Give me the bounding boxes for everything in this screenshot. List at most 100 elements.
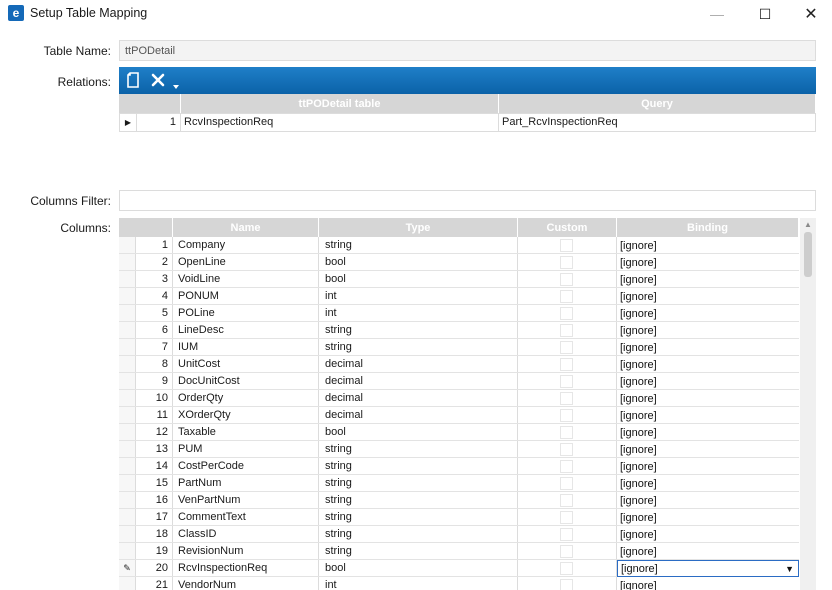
column-type-cell[interactable]: bool — [319, 424, 518, 440]
relation-query-cell[interactable]: Part_RcvInspectionReq — [499, 114, 815, 131]
column-binding-cell[interactable]: [ignore] — [617, 493, 799, 509]
delete-relation-button[interactable] — [149, 70, 167, 90]
column-name-cell[interactable]: ClassID — [173, 526, 319, 542]
column-type-cell[interactable]: string — [319, 475, 518, 491]
column-name-cell[interactable]: RcvInspectionReq — [173, 560, 319, 576]
column-type-cell[interactable]: string — [319, 509, 518, 525]
custom-checkbox[interactable] — [560, 375, 573, 388]
column-custom-cell[interactable] — [518, 458, 617, 474]
column-type-cell[interactable]: decimal — [319, 407, 518, 423]
column-custom-cell[interactable] — [518, 254, 617, 270]
columns-header-name[interactable]: Name — [173, 218, 319, 237]
column-custom-cell[interactable] — [518, 560, 617, 576]
column-type-cell[interactable]: string — [319, 237, 518, 253]
column-binding-cell[interactable]: [ignore] — [617, 357, 799, 373]
custom-checkbox[interactable] — [560, 358, 573, 371]
relation-table-cell[interactable]: RcvInspectionReq — [181, 114, 499, 131]
column-name-cell[interactable]: XOrderQty — [173, 407, 319, 423]
column-name-cell[interactable]: UnitCost — [173, 356, 319, 372]
column-custom-cell[interactable] — [518, 407, 617, 423]
custom-checkbox[interactable] — [560, 426, 573, 439]
minimize-button[interactable]: — — [694, 0, 740, 28]
close-button[interactable]: ✕ — [788, 0, 832, 28]
custom-checkbox[interactable] — [560, 562, 573, 575]
column-type-cell[interactable]: string — [319, 526, 518, 542]
maximize-button[interactable]: ☐ — [742, 0, 788, 28]
custom-checkbox[interactable] — [560, 324, 573, 337]
relations-row[interactable]: ▶ 1 RcvInspectionReq Part_RcvInspectionR… — [119, 113, 816, 132]
column-name-cell[interactable]: Taxable — [173, 424, 319, 440]
scrollbar-thumb[interactable] — [804, 232, 812, 277]
column-type-cell[interactable]: string — [319, 322, 518, 338]
custom-checkbox[interactable] — [560, 239, 573, 252]
column-name-cell[interactable]: IUM — [173, 339, 319, 355]
column-name-cell[interactable]: PartNum — [173, 475, 319, 491]
column-type-cell[interactable]: decimal — [319, 373, 518, 389]
column-custom-cell[interactable] — [518, 305, 617, 321]
column-custom-cell[interactable] — [518, 390, 617, 406]
column-custom-cell[interactable] — [518, 509, 617, 525]
table-row[interactable]: 21 VendorNum int [ignore] — [119, 577, 799, 590]
table-row[interactable]: 17 CommentText string [ignore] — [119, 509, 799, 526]
column-binding-cell[interactable]: [ignore] — [617, 238, 799, 254]
custom-checkbox[interactable] — [560, 273, 573, 286]
column-name-cell[interactable]: RevisionNum — [173, 543, 319, 559]
custom-checkbox[interactable] — [560, 409, 573, 422]
custom-checkbox[interactable] — [560, 511, 573, 524]
column-name-cell[interactable]: DocUnitCost — [173, 373, 319, 389]
custom-checkbox[interactable] — [560, 443, 573, 456]
column-name-cell[interactable]: VoidLine — [173, 271, 319, 287]
column-type-cell[interactable]: int — [319, 577, 518, 590]
column-binding-cell[interactable]: [ignore] — [617, 510, 799, 526]
custom-checkbox[interactable] — [560, 494, 573, 507]
column-type-cell[interactable]: bool — [319, 560, 518, 576]
table-row[interactable]: 2 OpenLine bool [ignore] — [119, 254, 799, 271]
column-binding-cell[interactable]: [ignore] — [617, 408, 799, 424]
column-name-cell[interactable]: POLine — [173, 305, 319, 321]
column-custom-cell[interactable] — [518, 322, 617, 338]
column-binding-cell[interactable]: [ignore] — [617, 374, 799, 390]
column-type-cell[interactable]: string — [319, 492, 518, 508]
column-type-cell[interactable]: bool — [319, 271, 518, 287]
column-type-cell[interactable]: bool — [319, 254, 518, 270]
column-binding-cell[interactable]: [ignore] — [617, 476, 799, 492]
column-custom-cell[interactable] — [518, 441, 617, 457]
custom-checkbox[interactable] — [560, 290, 573, 303]
column-type-cell[interactable]: string — [319, 458, 518, 474]
columns-scrollbar[interactable]: ▲ — [800, 218, 816, 590]
column-name-cell[interactable]: OrderQty — [173, 390, 319, 406]
custom-checkbox[interactable] — [560, 528, 573, 541]
custom-checkbox[interactable] — [560, 579, 573, 590]
column-name-cell[interactable]: LineDesc — [173, 322, 319, 338]
table-row[interactable]: 11 XOrderQty decimal [ignore] — [119, 407, 799, 424]
column-type-cell[interactable]: int — [319, 288, 518, 304]
table-row[interactable]: 8 UnitCost decimal [ignore] — [119, 356, 799, 373]
custom-checkbox[interactable] — [560, 460, 573, 473]
relations-header-table[interactable]: ttPODetail table — [181, 94, 499, 113]
custom-checkbox[interactable] — [560, 545, 573, 558]
column-binding-cell[interactable]: [ignore] — [617, 272, 799, 288]
custom-checkbox[interactable] — [560, 341, 573, 354]
column-type-cell[interactable]: decimal — [319, 356, 518, 372]
table-row[interactable]: 7 IUM string [ignore] — [119, 339, 799, 356]
column-name-cell[interactable]: Company — [173, 237, 319, 253]
table-row[interactable]: 6 LineDesc string [ignore] — [119, 322, 799, 339]
custom-checkbox[interactable] — [560, 477, 573, 490]
column-custom-cell[interactable] — [518, 492, 617, 508]
table-row[interactable]: 13 PUM string [ignore] — [119, 441, 799, 458]
column-type-cell[interactable]: string — [319, 543, 518, 559]
table-row[interactable]: 19 RevisionNum string [ignore] — [119, 543, 799, 560]
table-row[interactable]: 15 PartNum string [ignore] — [119, 475, 799, 492]
column-custom-cell[interactable] — [518, 339, 617, 355]
column-type-cell[interactable]: string — [319, 339, 518, 355]
table-row[interactable]: 4 PONUM int [ignore] — [119, 288, 799, 305]
column-binding-cell[interactable]: [ignore] — [617, 323, 799, 339]
table-row[interactable]: ✎ 20 RcvInspectionReq bool [ignore] ▼ — [119, 560, 799, 577]
column-custom-cell[interactable] — [518, 526, 617, 542]
column-custom-cell[interactable] — [518, 356, 617, 372]
column-binding-cell[interactable]: [ignore] — [617, 578, 799, 590]
table-row[interactable]: 9 DocUnitCost decimal [ignore] — [119, 373, 799, 390]
table-row[interactable]: 16 VenPartNum string [ignore] — [119, 492, 799, 509]
column-custom-cell[interactable] — [518, 373, 617, 389]
table-row[interactable]: 14 CostPerCode string [ignore] — [119, 458, 799, 475]
